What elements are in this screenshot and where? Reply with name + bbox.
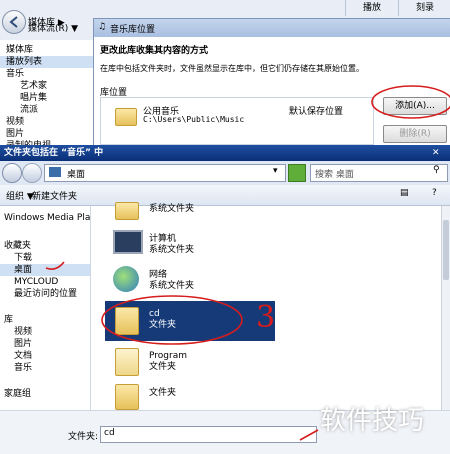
watermark: 软件技巧: [320, 406, 425, 436]
annotation-number: 3: [256, 300, 276, 335]
red-annotation-marks: [45, 85, 450, 441]
